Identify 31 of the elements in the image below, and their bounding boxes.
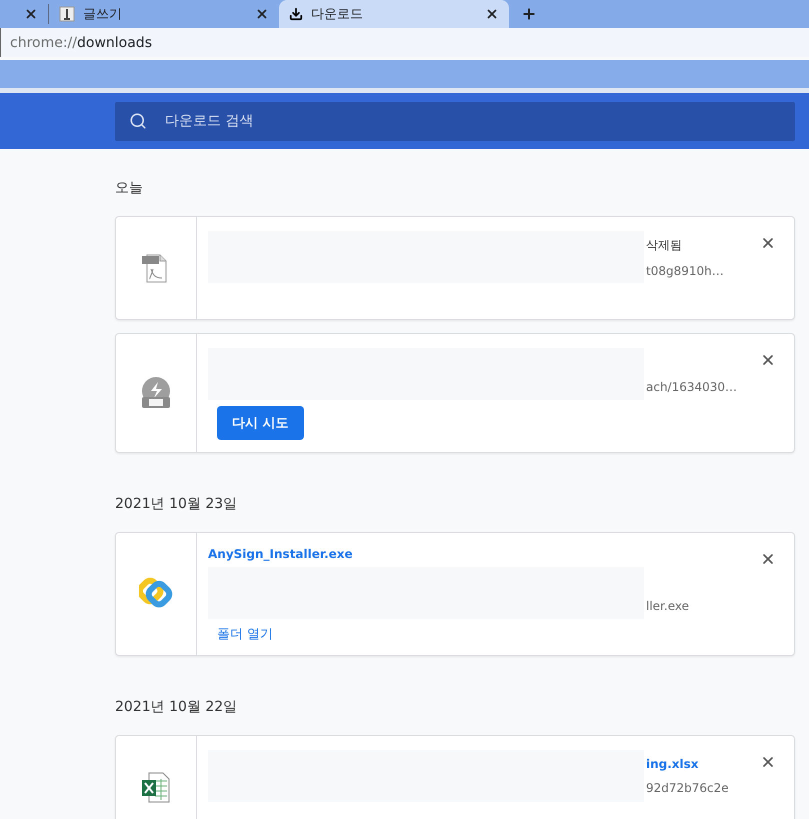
search-field[interactable]: 다운로드 검색: [115, 102, 795, 140]
url-text: 92d72b76c2e: [646, 781, 729, 795]
search-icon: [129, 112, 147, 130]
plus-icon: [521, 6, 537, 22]
remove-button[interactable]: [760, 235, 776, 251]
remove-button[interactable]: [760, 551, 776, 567]
open-folder-link[interactable]: 폴더 열기: [217, 625, 274, 643]
tab-title: 다운로드: [311, 6, 364, 23]
zip-file-icon: [139, 376, 173, 410]
address-text[interactable]: chrome://downloads: [1, 34, 152, 50]
date-heading: 오늘: [115, 179, 144, 198]
status-text: 삭제됨: [646, 236, 683, 254]
url-text: ach/1634030…: [646, 380, 738, 394]
url-text: ller.exe: [646, 598, 689, 612]
download-icon: [289, 7, 303, 21]
browser-tab[interactable]: 글쓰기: [49, 0, 279, 28]
url-text: t08g8910h…: [646, 264, 724, 278]
tab-title: 글쓰기: [83, 6, 123, 23]
file-name-link[interactable]: AnySign_Installer.exe: [208, 547, 782, 561]
close-tab-button[interactable]: [24, 7, 38, 21]
retry-button[interactable]: 다시 시도: [217, 406, 304, 440]
document-icon: [59, 6, 75, 22]
close-tab-button[interactable]: [485, 7, 499, 21]
date-heading: 2021년 10월 23일: [115, 495, 238, 514]
file-name-link[interactable]: ing.xlsx: [646, 757, 729, 771]
spreadsheet-file-icon: [141, 770, 171, 804]
remove-button[interactable]: [760, 754, 776, 770]
browser-tab[interactable]: 다운로드: [279, 0, 509, 28]
remove-button[interactable]: [760, 352, 776, 368]
close-tab-button[interactable]: [255, 7, 269, 21]
date-heading: 2021년 10월 22일: [115, 698, 238, 717]
